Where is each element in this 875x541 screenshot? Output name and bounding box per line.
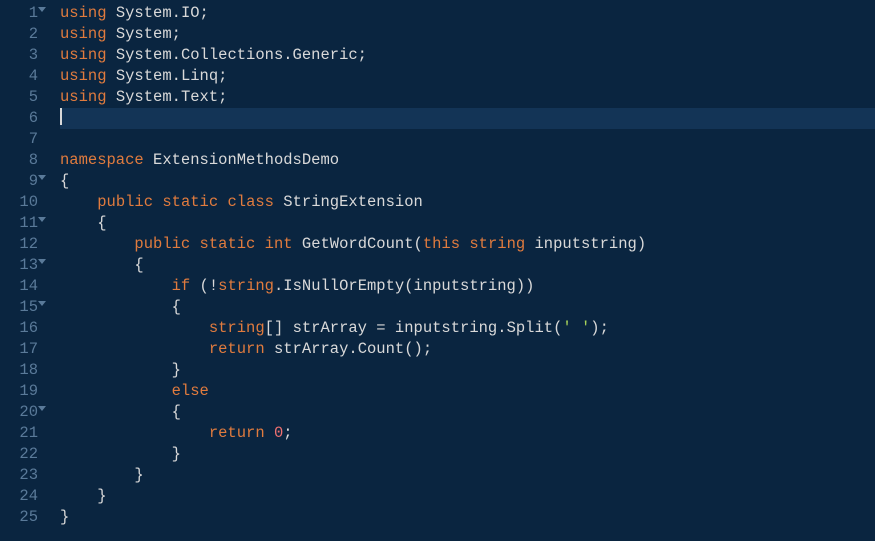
gutter-line: 3 xyxy=(0,45,38,66)
fold-icon[interactable] xyxy=(38,259,46,264)
code-editor[interactable]: 1 2 3 4 5 6 7 8 9 10 11 12 13 14 15 16 1… xyxy=(0,0,875,541)
fold-icon[interactable] xyxy=(38,301,46,306)
gutter: 1 2 3 4 5 6 7 8 9 10 11 12 13 14 15 16 1… xyxy=(0,0,48,541)
gutter-line: 12 xyxy=(0,234,38,255)
code-line[interactable]: namespace ExtensionMethodsDemo xyxy=(60,150,875,171)
code-line[interactable]: } xyxy=(60,486,875,507)
code-line[interactable]: else xyxy=(60,381,875,402)
gutter-line: 1 xyxy=(0,3,38,24)
code-line[interactable]: if (!string.IsNullOrEmpty(inputstring)) xyxy=(60,276,875,297)
gutter-line: 19 xyxy=(0,381,38,402)
gutter-line: 16 xyxy=(0,318,38,339)
code-line[interactable]: public static int GetWordCount(this stri… xyxy=(60,234,875,255)
gutter-line: 22 xyxy=(0,444,38,465)
code-line[interactable]: return 0; xyxy=(60,423,875,444)
code-line[interactable]: { xyxy=(60,171,875,192)
code-line[interactable]: using System.Linq; xyxy=(60,66,875,87)
gutter-line: 9 xyxy=(0,171,38,192)
gutter-line: 10 xyxy=(0,192,38,213)
code-line[interactable]: return strArray.Count(); xyxy=(60,339,875,360)
code-line[interactable]: } xyxy=(60,465,875,486)
gutter-line: 6 xyxy=(0,108,38,129)
gutter-line: 17 xyxy=(0,339,38,360)
code-line[interactable]: { xyxy=(60,255,875,276)
fold-icon[interactable] xyxy=(38,217,46,222)
gutter-line: 18 xyxy=(0,360,38,381)
code-line[interactable]: { xyxy=(60,213,875,234)
gutter-line: 8 xyxy=(0,150,38,171)
code-line[interactable]: { xyxy=(60,297,875,318)
code-line[interactable]: string[] strArray = inputstring.Split(' … xyxy=(60,318,875,339)
gutter-line: 2 xyxy=(0,24,38,45)
code-line[interactable]: using System; xyxy=(60,24,875,45)
fold-icon[interactable] xyxy=(38,406,46,411)
gutter-line: 15 xyxy=(0,297,38,318)
code-line[interactable]: using System.Text; xyxy=(60,87,875,108)
fold-icon[interactable] xyxy=(38,175,46,180)
code-line[interactable]: } xyxy=(60,507,875,528)
code-line[interactable]: } xyxy=(60,360,875,381)
gutter-line: 13 xyxy=(0,255,38,276)
gutter-line: 20 xyxy=(0,402,38,423)
gutter-line: 24 xyxy=(0,486,38,507)
code-line[interactable]: } xyxy=(60,444,875,465)
cursor-icon xyxy=(60,108,62,125)
code-line[interactable]: using System.Collections.Generic; xyxy=(60,45,875,66)
gutter-line: 23 xyxy=(0,465,38,486)
code-area[interactable]: using System.IO; using System; using Sys… xyxy=(48,0,875,541)
code-line[interactable]: { xyxy=(60,402,875,423)
gutter-line: 5 xyxy=(0,87,38,108)
gutter-line: 25 xyxy=(0,507,38,528)
gutter-line: 7 xyxy=(0,129,38,150)
code-line[interactable] xyxy=(60,129,875,150)
gutter-line: 14 xyxy=(0,276,38,297)
fold-icon[interactable] xyxy=(38,7,46,12)
code-line[interactable]: public static class StringExtension xyxy=(60,192,875,213)
gutter-line: 11 xyxy=(0,213,38,234)
gutter-line: 4 xyxy=(0,66,38,87)
gutter-line: 21 xyxy=(0,423,38,444)
code-line[interactable]: using System.IO; xyxy=(60,3,875,24)
code-line-active[interactable] xyxy=(60,108,875,129)
